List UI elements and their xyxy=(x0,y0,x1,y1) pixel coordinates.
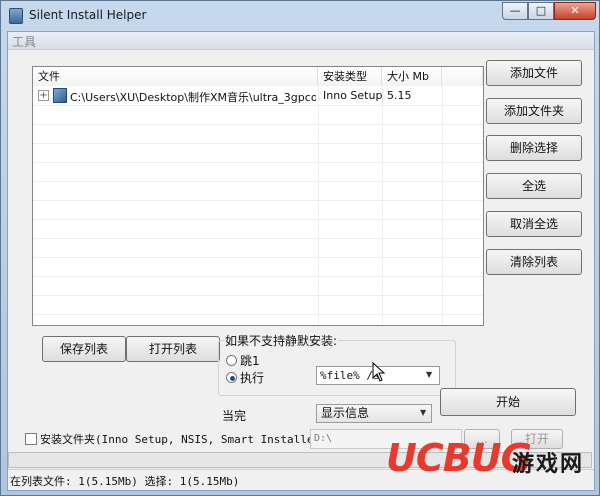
menu-bar: 工具 xyxy=(8,32,594,50)
install-folder-checkbox[interactable] xyxy=(25,433,37,445)
column-header-file[interactable]: 文件 xyxy=(33,67,318,86)
grid-row-line xyxy=(33,257,483,258)
grid-row-line xyxy=(33,219,483,220)
delete-selected-button[interactable]: 删除选择 xyxy=(486,135,582,161)
column-header-size[interactable]: 大小 Mb xyxy=(382,67,442,86)
mouse-cursor-icon xyxy=(372,362,386,382)
grid-row-line xyxy=(33,238,483,239)
select-all-button[interactable]: 全选 xyxy=(486,173,582,199)
add-folder-button[interactable]: 添加文件夹 xyxy=(486,98,582,124)
column-header-type[interactable]: 安装类型 xyxy=(318,67,382,86)
file-icon xyxy=(53,88,67,103)
when-done-select[interactable]: 显示信息 xyxy=(316,404,432,423)
unsupported-group-label: 如果不支持静默安装: xyxy=(224,332,339,349)
expand-icon[interactable]: + xyxy=(38,90,49,101)
when-done-label: 当完 xyxy=(222,409,247,423)
open-list-button[interactable]: 打开列表 xyxy=(126,336,220,362)
clear-list-button[interactable]: 清除列表 xyxy=(486,249,582,275)
start-button[interactable]: 开始 xyxy=(440,388,576,416)
execute-label[interactable]: 执行 xyxy=(240,369,264,386)
table-row[interactable]: + C:\Users\XU\Desktop\制作XM音乐\ultra_3gpco… xyxy=(33,86,483,105)
list-header: 文件 安装类型 大小 Mb xyxy=(33,67,483,86)
grid-row-line xyxy=(33,124,483,125)
file-list[interactable]: 文件 安装类型 大小 Mb + C:\Users\XU\Desktop\制作XM… xyxy=(32,66,484,326)
minimize-button[interactable]: — xyxy=(502,2,528,20)
row-path: C:\Users\XU\Desktop\制作XM音乐\ultra_3gpcon.… xyxy=(70,91,316,104)
install-folder-label[interactable]: 安装文件夹(Inno Setup, NSIS, Smart Installer,… xyxy=(40,431,310,447)
watermark-logo: UCBUG xyxy=(386,436,532,480)
menu-item-tools[interactable]: 工具 xyxy=(12,33,36,50)
save-list-button[interactable]: 保存列表 xyxy=(42,336,126,362)
grid-row-line xyxy=(33,314,483,315)
status-text: 在列表文件: 1(5.15Mb) 选择: 1(5.15Mb) xyxy=(10,475,240,488)
chevron-down-icon[interactable]: ▼ xyxy=(426,370,432,379)
add-file-button[interactable]: 添加文件 xyxy=(486,60,582,86)
grid-column-line xyxy=(382,86,383,325)
execute-radio[interactable] xyxy=(226,372,237,383)
column-header-filler xyxy=(442,67,483,86)
title-bar[interactable]: Silent Install Helper — □ ✕ xyxy=(1,1,599,31)
grid-row-line xyxy=(33,295,483,296)
grid-row-line xyxy=(33,162,483,163)
grid-row-line xyxy=(33,105,483,106)
chevron-down-icon[interactable]: ▼ xyxy=(420,408,426,417)
grid-row-line xyxy=(33,200,483,201)
client-area: 工具 文件 安装类型 大小 Mb + C:\Users\XU\Desktop\制… xyxy=(7,31,595,491)
row-size: 5.15 xyxy=(387,89,412,102)
watermark-text: 游戏网 xyxy=(512,452,585,477)
grid-column-line xyxy=(318,86,319,325)
grid-column-line xyxy=(442,86,443,325)
skip-radio[interactable] xyxy=(226,355,237,366)
grid-row-line xyxy=(33,276,483,277)
window-title: Silent Install Helper xyxy=(29,8,147,22)
close-button[interactable]: ✕ xyxy=(554,2,596,20)
app-icon xyxy=(9,8,23,24)
grid-row-line xyxy=(33,181,483,182)
skip-label[interactable]: 跳1 xyxy=(240,352,260,369)
grid-row-line xyxy=(33,143,483,144)
maximize-button[interactable]: □ xyxy=(528,2,554,20)
row-type: Inno Setup xyxy=(323,89,383,102)
app-window: Silent Install Helper — □ ✕ 工具 文件 安装类型 大… xyxy=(0,0,600,496)
deselect-all-button[interactable]: 取消全选 xyxy=(486,211,582,237)
